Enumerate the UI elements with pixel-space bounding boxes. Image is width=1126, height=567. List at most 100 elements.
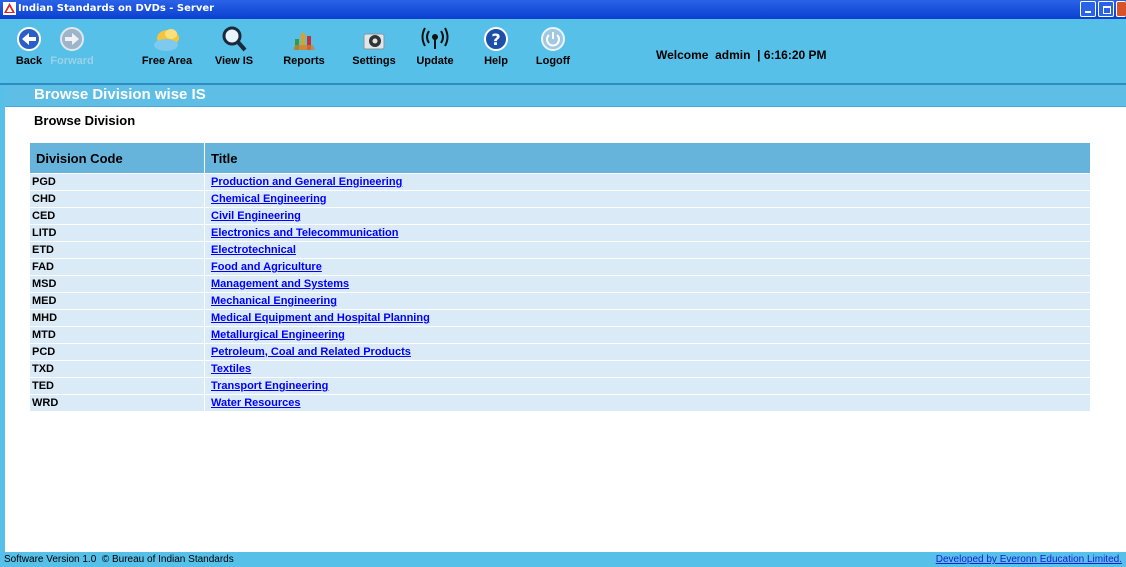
- division-title-link[interactable]: Transport Engineering: [207, 380, 328, 392]
- division-title-link[interactable]: Water Resources: [207, 397, 300, 409]
- division-title-link[interactable]: Chemical Engineering: [207, 193, 327, 205]
- back-arrow-icon: [17, 27, 41, 51]
- developer-link[interactable]: Developed by Everonn Education Limited.: [936, 554, 1122, 565]
- division-title-cell: Transport Engineering: [204, 377, 1091, 395]
- page-title: Browse Division wise IS: [34, 86, 206, 103]
- division-code-cell: PCD: [30, 343, 205, 361]
- power-icon: [541, 27, 565, 51]
- table-row: CHD Chemical Engineering: [30, 190, 1091, 208]
- version-text: Software Version 1.0 © Bureau of Indian …: [4, 554, 234, 565]
- table-row: CED Civil Engineering: [30, 207, 1091, 225]
- division-code-cell: WRD: [30, 394, 205, 412]
- table-row: FAD Food and Agriculture: [30, 258, 1091, 276]
- reports-button[interactable]: Reports: [277, 25, 331, 67]
- table-header-row: Division Code Title: [30, 143, 1091, 174]
- reports-chart-icon: [293, 33, 315, 50]
- division-title-link[interactable]: Management and Systems: [207, 278, 349, 290]
- division-title-cell: Food and Agriculture: [204, 258, 1091, 276]
- welcome-text: Welcome admin | 6:16:20 PM: [656, 48, 827, 62]
- division-title-link[interactable]: Mechanical Engineering: [207, 295, 337, 307]
- table-row: MHD Medical Equipment and Hospital Planni…: [30, 309, 1091, 327]
- free-area-icon: [154, 29, 179, 51]
- division-code-cell: MHD: [30, 309, 205, 327]
- division-title-link[interactable]: Food and Agriculture: [207, 261, 322, 273]
- division-title-cell: Electrotechnical: [204, 241, 1091, 259]
- view-is-label: View IS: [214, 55, 254, 67]
- back-label: Back: [15, 55, 43, 67]
- table-row: TED Transport Engineering: [30, 377, 1091, 395]
- division-title-link[interactable]: Petroleum, Coal and Related Products: [207, 346, 411, 358]
- free-area-label: Free Area: [141, 55, 193, 67]
- title-bar: Indian Standards on DVDs - Server: [0, 0, 1126, 19]
- division-code-cell: PGD: [30, 173, 205, 191]
- minimize-button[interactable]: [1080, 1, 1096, 17]
- division-title-link[interactable]: Metallurgical Engineering: [207, 329, 345, 341]
- division-code-cell: CHD: [30, 190, 205, 208]
- logoff-button[interactable]: Logoff: [529, 25, 577, 67]
- division-code-cell: TXD: [30, 360, 205, 378]
- page-title-bar: Browse Division wise IS: [5, 85, 1126, 107]
- svg-text:?: ?: [491, 30, 500, 49]
- free-area-button[interactable]: Free Area: [134, 25, 200, 67]
- left-border: [0, 85, 5, 552]
- help-icon: ?: [484, 27, 508, 51]
- division-code-cell: TED: [30, 377, 205, 395]
- table-row: LITD Electronics and Telecommunication: [30, 224, 1091, 242]
- table-row: WRD Water Resources: [30, 394, 1091, 412]
- table-row: ETD Electrotechnical: [30, 241, 1091, 259]
- toolbar: Back Forward Free Area View IS Reports S…: [0, 19, 1126, 83]
- back-button[interactable]: Back: [14, 25, 44, 67]
- division-title-link[interactable]: Medical Equipment and Hospital Planning: [207, 312, 430, 324]
- reports-label: Reports: [283, 55, 325, 67]
- division-code-cell: LITD: [30, 224, 205, 242]
- division-title-cell: Medical Equipment and Hospital Planning: [204, 309, 1091, 327]
- help-button[interactable]: ? Help: [478, 25, 514, 67]
- division-title-cell: Production and General Engineering: [204, 173, 1091, 191]
- division-title-link[interactable]: Textiles: [207, 363, 251, 375]
- maximize-button[interactable]: [1098, 1, 1114, 17]
- update-signal-icon: [421, 27, 449, 49]
- column-header-code: Division Code: [30, 143, 205, 174]
- table-row: PGD Production and General Engineering: [30, 173, 1091, 191]
- table-row: MED Mechanical Engineering: [30, 292, 1091, 310]
- forward-button[interactable]: Forward: [48, 25, 96, 67]
- window-title: Indian Standards on DVDs - Server: [18, 3, 215, 14]
- division-title-link[interactable]: Civil Engineering: [207, 210, 301, 222]
- column-header-title: Title: [204, 143, 1091, 174]
- table-row: MSD Management and Systems: [30, 275, 1091, 293]
- division-title-link[interactable]: Electrotechnical: [207, 244, 296, 256]
- division-title-cell: Chemical Engineering: [204, 190, 1091, 208]
- division-code-cell: FAD: [30, 258, 205, 276]
- division-title-cell: Civil Engineering: [204, 207, 1091, 225]
- division-title-cell: Electronics and Telecommunication: [204, 224, 1091, 242]
- table-row: PCD Petroleum, Coal and Related Products: [30, 343, 1091, 361]
- division-table: Division Code Title PGD Production and Ge…: [30, 143, 1091, 412]
- table-row: MTD Metallurgical Engineering: [30, 326, 1091, 344]
- status-bar: Software Version 1.0 © Bureau of Indian …: [0, 552, 1126, 567]
- settings-button[interactable]: Settings: [346, 25, 402, 67]
- division-title-link[interactable]: Production and General Engineering: [207, 176, 402, 188]
- division-title-cell: Mechanical Engineering: [204, 292, 1091, 310]
- table-row: TXD Textiles: [30, 360, 1091, 378]
- division-code-cell: CED: [30, 207, 205, 225]
- window-controls: [1078, 1, 1126, 17]
- forward-arrow-icon: [60, 27, 84, 51]
- division-code-cell: ETD: [30, 241, 205, 259]
- division-title-cell: Metallurgical Engineering: [204, 326, 1091, 344]
- division-code-cell: MSD: [30, 275, 205, 293]
- division-title-link[interactable]: Electronics and Telecommunication: [207, 227, 398, 239]
- update-label: Update: [416, 55, 454, 67]
- app-logo-icon: [3, 2, 16, 15]
- settings-label: Settings: [352, 55, 396, 67]
- division-code-cell: MED: [30, 292, 205, 310]
- help-label: Help: [484, 55, 508, 67]
- magnifier-icon: [222, 26, 247, 52]
- view-is-button[interactable]: View IS: [213, 25, 255, 67]
- division-title-cell: Water Resources: [204, 394, 1091, 412]
- division-title-cell: Management and Systems: [204, 275, 1091, 293]
- logoff-label: Logoff: [535, 55, 571, 67]
- close-button[interactable]: [1116, 1, 1126, 17]
- forward-label: Forward: [50, 55, 94, 67]
- update-button[interactable]: Update: [411, 25, 459, 67]
- division-title-cell: Petroleum, Coal and Related Products: [204, 343, 1091, 361]
